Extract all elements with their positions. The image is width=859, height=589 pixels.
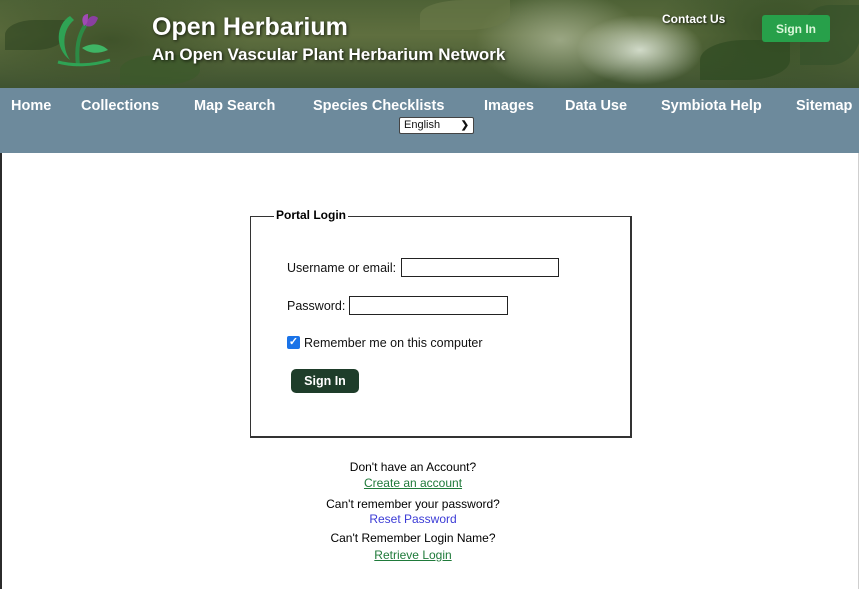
- username-input[interactable]: [401, 258, 559, 277]
- nav-item-collections[interactable]: Collections: [81, 98, 159, 114]
- nav-item-data-use[interactable]: Data Use: [565, 98, 627, 114]
- username-label: Username or email:: [287, 261, 397, 275]
- password-label: Password:: [287, 299, 346, 313]
- nav-item-symbiota-help[interactable]: Symbiota Help: [661, 98, 762, 114]
- create-account-link[interactable]: Create an account: [263, 476, 563, 490]
- sign-in-button[interactable]: Sign In: [291, 369, 359, 393]
- reset-password-link[interactable]: Reset Password: [263, 512, 563, 526]
- plant-logo-icon: [57, 14, 111, 67]
- contact-us-link[interactable]: Contact Us: [662, 12, 725, 26]
- remember-me-label: Remember me on this computer: [304, 336, 483, 350]
- forgot-login-text: Can't Remember Login Name?: [330, 531, 496, 545]
- nav-item-sitemap[interactable]: Sitemap: [796, 98, 852, 114]
- remember-me-checkbox[interactable]: ✓: [287, 336, 300, 349]
- site-subtitle: An Open Vascular Plant Herbarium Network: [152, 45, 506, 64]
- nav-item-images[interactable]: Images: [484, 98, 534, 114]
- no-account-text: Don't have an Account?: [349, 460, 477, 474]
- site-title: Open Herbarium: [152, 13, 348, 41]
- login-fieldset: [250, 216, 632, 438]
- header-sign-in-button[interactable]: Sign In: [762, 15, 830, 42]
- language-select[interactable]: English ❯: [399, 117, 474, 134]
- password-input[interactable]: [349, 296, 508, 315]
- nav-item-home[interactable]: Home: [11, 98, 51, 114]
- nav-item-map-search[interactable]: Map Search: [194, 98, 275, 114]
- foliage-decoration: [420, 0, 510, 30]
- retrieve-login-link[interactable]: Retrieve Login: [263, 548, 563, 562]
- forgot-password-text: Can't remember your password?: [326, 497, 500, 511]
- language-selected-value: English: [404, 119, 441, 131]
- foliage-decoration: [700, 40, 790, 80]
- nav-item-species-checklists[interactable]: Species Checklists: [313, 98, 444, 114]
- header-banner: Open Herbarium An Open Vascular Plant He…: [0, 0, 859, 88]
- chevron-down-icon: ❯: [460, 120, 469, 131]
- login-legend: Portal Login: [274, 208, 348, 222]
